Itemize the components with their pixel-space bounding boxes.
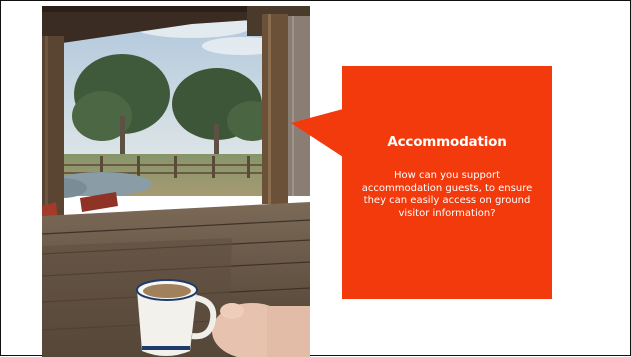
veranda-photo	[42, 6, 310, 357]
callout-title: Accommodation	[387, 134, 507, 150]
veranda-photo-illustration	[42, 6, 310, 357]
slide-canvas: Accommodation How can you support accomm…	[0, 0, 631, 357]
accommodation-callout-box: Accommodation How can you support accomm…	[342, 66, 552, 299]
callout-body-text: How can you support accommodation guests…	[361, 170, 533, 219]
callout-pointer	[291, 109, 343, 157]
